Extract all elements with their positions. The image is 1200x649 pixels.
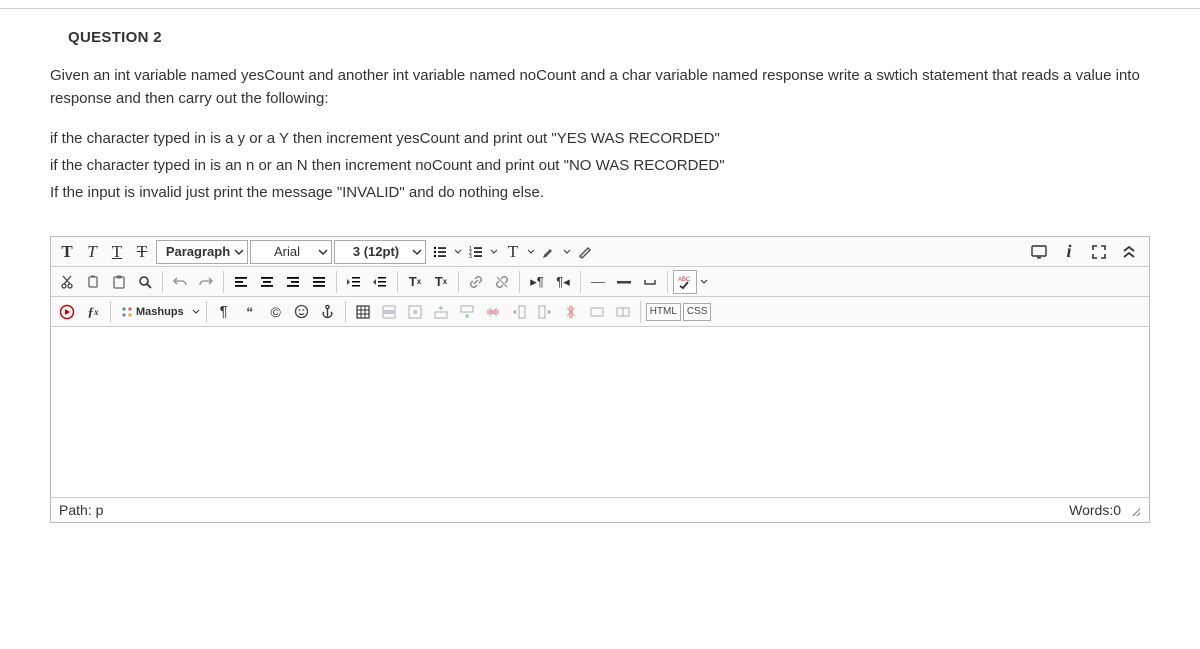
help-icon[interactable]: i [1057,240,1081,264]
svg-text:ABC: ABC [678,277,691,283]
superscript-button[interactable]: Tx [403,270,427,294]
math-editor-button[interactable]: ƒx [81,300,105,324]
text-color-button[interactable]: T [501,240,525,264]
html-view-button[interactable]: HTML [646,303,681,321]
mashups-label: Mashups [136,306,184,318]
chevron-down-icon [318,247,328,257]
path-label: Path: p [59,502,103,518]
question-paragraph-1: Given an int variable named yesCount and… [50,64,1150,111]
question-paragraph-3: if the character typed in is an n or an … [50,154,1150,177]
table-insert-button[interactable] [351,300,375,324]
question-paragraph-2: if the character typed in is a y or a Y … [50,127,1150,150]
delete-row-button[interactable] [481,300,505,324]
toolbar-row-2: Tx Tx ▸¶ ¶◂ ABC [51,267,1149,297]
underline-button[interactable]: T [105,240,129,264]
numbered-list-button[interactable]: 123 [464,240,488,264]
indent-button[interactable] [342,270,366,294]
bullet-list-dropdown[interactable] [453,248,463,256]
hr-thick-button[interactable] [612,270,636,294]
emoticon-button[interactable] [290,300,314,324]
redo-button[interactable] [194,270,218,294]
toolbar-row-3: ƒx Mashups ¶ “ © HT [51,297,1149,327]
align-justify-button[interactable] [307,270,331,294]
table-cell-props-button[interactable] [403,300,427,324]
toolbar-row-1: T T T T Paragraph Arial 3 (12pt) [51,237,1149,267]
clear-formatting-button[interactable] [573,240,597,264]
mashups-button[interactable]: Mashups [116,300,189,324]
preview-icon[interactable] [1027,240,1051,264]
cut-button[interactable] [55,270,79,294]
highlight-dropdown[interactable] [562,248,572,256]
font-family-select[interactable]: Arial [250,240,332,264]
font-size-value: 3 (12pt) [353,244,399,259]
question-paragraph-4: If the input is invalid just print the m… [50,181,1150,204]
font-family-value: Arial [274,244,300,259]
strikethrough-button[interactable]: T [130,240,154,264]
svg-text:2: 2 [469,250,472,256]
chevron-down-icon [412,247,422,257]
resize-handle[interactable] [1127,503,1141,517]
nbsp-button[interactable] [638,270,662,294]
align-left-button[interactable] [229,270,253,294]
question-body: Given an int variable named yesCount and… [50,64,1150,204]
rich-text-editor: T T T T Paragraph Arial 3 (12pt) [50,236,1150,523]
spellcheck-dropdown[interactable] [699,278,709,286]
paste-button[interactable] [107,270,131,294]
ltr-button[interactable]: ▸¶ [525,270,549,294]
merge-cells-button[interactable] [585,300,609,324]
blockquote-button[interactable]: “ [238,300,262,324]
svg-text:3: 3 [469,254,472,260]
css-view-button[interactable]: CSS [683,303,712,321]
block-format-select[interactable]: Paragraph [156,240,248,264]
collapse-toolbar-icon[interactable] [1117,240,1141,264]
link-button[interactable] [464,270,488,294]
insert-col-after-button[interactable] [533,300,557,324]
chevron-down-icon [234,247,244,257]
insert-row-before-button[interactable] [429,300,453,324]
numbered-list-dropdown[interactable] [489,248,499,256]
word-count: Words:0 [1069,502,1121,518]
anchor-button[interactable] [316,300,340,324]
show-nonprinting-button[interactable]: ¶ [212,300,236,324]
svg-text:1: 1 [469,246,472,252]
delete-col-button[interactable] [559,300,583,324]
bullet-list-button[interactable] [428,240,452,264]
bold-button[interactable]: T [55,240,79,264]
split-cells-button[interactable] [611,300,635,324]
text-color-dropdown[interactable] [526,248,536,256]
rtl-button[interactable]: ¶◂ [551,270,575,294]
table-row-props-button[interactable] [377,300,401,324]
highlight-button[interactable] [537,240,561,264]
align-right-button[interactable] [281,270,305,294]
outdent-button[interactable] [368,270,392,294]
mashups-dropdown[interactable] [191,308,201,316]
record-media-button[interactable] [55,300,79,324]
insert-row-after-button[interactable] [455,300,479,324]
unlink-button[interactable] [490,270,514,294]
find-button[interactable] [133,270,157,294]
font-size-select[interactable]: 3 (12pt) [334,240,426,264]
hr-thin-button[interactable] [586,270,610,294]
copyright-button[interactable]: © [264,300,288,324]
editor-statusbar: Path: p Words:0 [51,497,1149,522]
question-title: QUESTION 2 [68,29,1150,46]
undo-button[interactable] [168,270,192,294]
italic-button[interactable]: T [80,240,104,264]
editor-textarea[interactable] [51,327,1149,497]
spellcheck-button[interactable]: ABC [673,270,697,294]
subscript-button[interactable]: Tx [429,270,453,294]
fullscreen-icon[interactable] [1087,240,1111,264]
insert-col-before-button[interactable] [507,300,531,324]
block-format-value: Paragraph [166,244,230,259]
align-center-button[interactable] [255,270,279,294]
copy-button[interactable] [81,270,105,294]
